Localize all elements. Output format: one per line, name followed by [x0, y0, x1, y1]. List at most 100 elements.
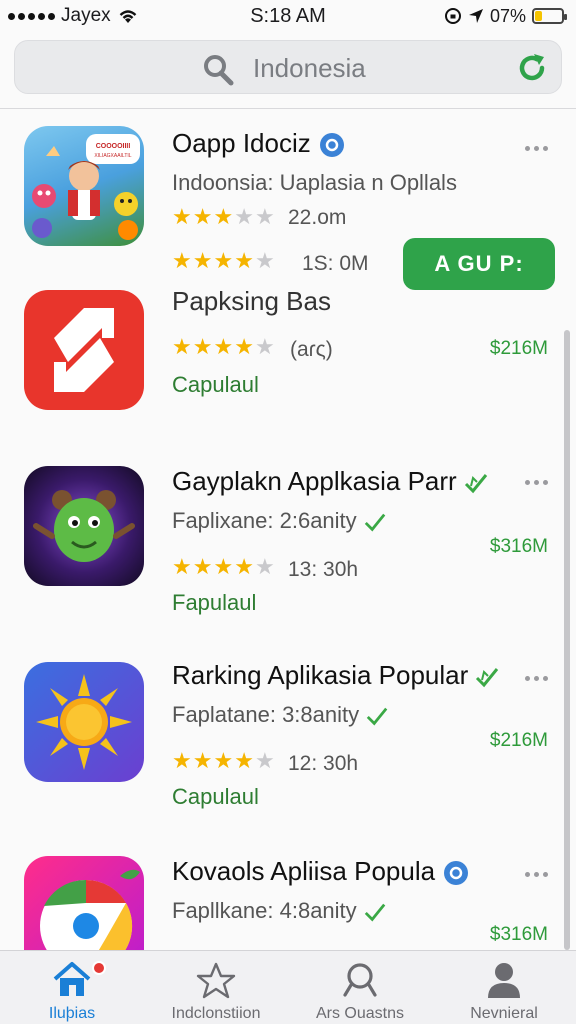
tab-label: Indclonstiion	[171, 1005, 261, 1022]
rating-stars: ★ ★ ★ ★ ★	[172, 556, 275, 578]
more-options-icon[interactable]	[525, 480, 548, 485]
location-icon	[468, 9, 483, 23]
tab-label: Ars Ouastns	[315, 1005, 405, 1022]
notification-dot	[92, 961, 106, 975]
app-subtitle: Fapllkane: 4:8anity	[172, 898, 387, 924]
star-filled-icon: ★	[192, 554, 213, 579]
star-filled-icon: ★	[234, 748, 254, 773]
header-divider	[0, 108, 576, 109]
rating-stars: ★ ★ ★ ★ ★	[172, 206, 275, 228]
app-meta: 1S: 0M	[302, 252, 369, 275]
rotation-lock-icon	[444, 8, 461, 24]
get-button[interactable]: A GU P:	[403, 238, 555, 290]
rating-count: 13: 30h	[288, 558, 359, 581]
status-bar: Jayex S:18 AM 07%	[0, 0, 576, 32]
signal-icon	[8, 12, 55, 20]
star-filled-icon: ★	[172, 334, 192, 359]
star-empty-icon: ★	[254, 748, 275, 773]
star-filled-icon: ★	[234, 554, 254, 579]
star-empty-icon: ★	[234, 204, 254, 229]
star-filled-icon: ★	[213, 334, 234, 359]
tab-bar: Iluþias Indclonstiion Ars Ouastns Nevnie…	[0, 950, 576, 1024]
star-filled-icon: ★	[192, 248, 213, 273]
rating-count: 12: 30h	[288, 752, 359, 775]
rating-count: 22.om	[288, 206, 347, 229]
profile-icon	[488, 963, 520, 998]
search-input[interactable]: Indonesia	[253, 53, 366, 84]
app-category: Capulaul	[172, 372, 259, 397]
wifi-icon	[119, 10, 136, 23]
star-empty-icon: ★	[254, 204, 275, 229]
rating-count: (aɾς)	[290, 338, 333, 361]
search-icon	[343, 963, 377, 997]
tab-search[interactable]: Ars Ouastns	[288, 951, 432, 1024]
app-title[interactable]: Papksing Bas	[172, 286, 331, 317]
game-hero-icon: COOOOIIII XILIAGXAAILTIL	[24, 126, 144, 246]
carrier-label: Jayex	[61, 5, 111, 26]
more-options-icon[interactable]	[525, 872, 548, 877]
star-empty-icon: ★	[254, 248, 275, 273]
icon-badge-top: COOOOIIII	[96, 143, 131, 150]
status-right: 07%	[444, 5, 567, 27]
star-filled-icon: ★	[172, 748, 192, 773]
rating-stars: ★ ★ ★ ★ ★	[172, 750, 275, 772]
scrollbar[interactable]	[564, 330, 570, 950]
tab-label: Iluþias	[48, 1005, 96, 1022]
star-filled-icon: ★	[172, 248, 192, 273]
verified-check-icon	[364, 903, 385, 922]
star-filled-icon: ★	[172, 204, 192, 229]
tab-label: Nevnieral	[470, 1005, 538, 1022]
rating-stars: ★ ★ ★ ★ ★	[172, 336, 275, 358]
app-title[interactable]: Rarking Aplikasia Popular	[172, 660, 500, 691]
app-category: Fapulaul	[172, 590, 257, 615]
status-left: Jayex	[8, 5, 139, 27]
app-price: $316M	[489, 924, 548, 945]
verified-badge-icon	[444, 861, 469, 886]
star-empty-icon: ★	[254, 554, 275, 579]
monster-icon	[24, 466, 144, 586]
verified-check-icon	[366, 707, 388, 726]
red-arrow-icon	[24, 290, 144, 410]
star-filled-icon: ★	[213, 204, 234, 229]
search-bar[interactable]: Indonesia	[14, 40, 562, 94]
rating-stars: ★ ★ ★ ★ ★	[172, 250, 275, 272]
more-options-icon[interactable]	[525, 146, 548, 151]
tab-profile[interactable]: Nevnieral	[432, 951, 576, 1024]
search-icon	[204, 55, 234, 86]
tab-featured[interactable]: Indclonstiion	[144, 951, 288, 1024]
app-price: $316M	[489, 536, 548, 557]
star-filled-icon: ★	[213, 554, 234, 579]
app-category: Capulaul	[172, 784, 259, 809]
app-subtitle: Faplatane: 3:8anity	[172, 702, 389, 728]
app-price: $216M	[489, 730, 548, 751]
app-subtitle: Faplixane: 2:6anity	[172, 508, 387, 534]
home-icon	[53, 962, 91, 996]
verified-check-icon	[476, 668, 499, 688]
star-filled-icon: ★	[234, 248, 254, 273]
star-filled-icon: ★	[213, 748, 234, 773]
star-filled-icon: ★	[213, 248, 234, 273]
star-icon	[196, 962, 236, 999]
star-filled-icon: ★	[192, 334, 213, 359]
refresh-icon[interactable]	[515, 51, 549, 85]
star-filled-icon: ★	[192, 204, 213, 229]
app-title[interactable]: Oapp Idociz	[172, 128, 345, 159]
app-price: $216M	[489, 338, 548, 359]
sun-icon	[24, 662, 144, 782]
tab-home[interactable]: Iluþias	[0, 951, 144, 1024]
star-empty-icon: ★	[254, 334, 275, 359]
star-filled-icon: ★	[234, 334, 254, 359]
icon-badge-bottom: XILIAGXAAILTIL	[94, 153, 131, 159]
more-options-icon[interactable]	[525, 676, 548, 681]
verified-check-icon	[464, 474, 487, 494]
verified-badge-icon	[319, 133, 344, 158]
app-title[interactable]: Gayplakn Applkasia Parr	[172, 466, 489, 497]
chrome-icon	[24, 856, 144, 950]
app-subtitle: Indoonsia: Uaplasia n Opllals	[172, 170, 457, 195]
verified-check-icon	[364, 513, 385, 532]
star-filled-icon: ★	[172, 554, 192, 579]
status-time: S:18 AM	[250, 4, 326, 27]
app-title[interactable]: Kovaols Apliisa Popula	[172, 856, 469, 887]
battery-icon	[532, 8, 567, 24]
battery-percent: 07%	[489, 5, 526, 26]
